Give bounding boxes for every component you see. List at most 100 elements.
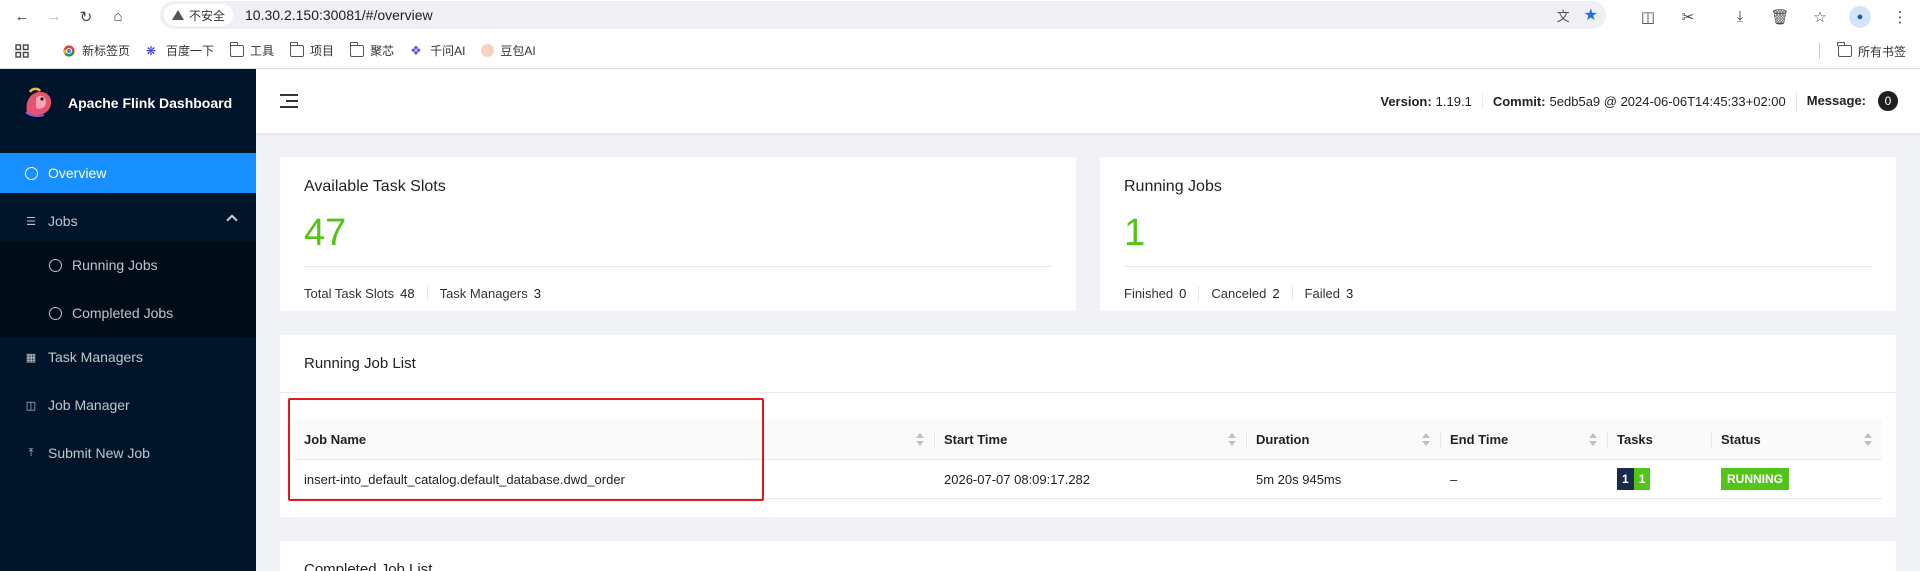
message-info[interactable]: Message: 0 [1795,91,1908,111]
apps-grid-icon[interactable] [0,43,44,58]
home-icon[interactable]: ⌂ [102,5,134,29]
folder-icon [289,41,305,57]
menu-label: Completed Jobs [72,305,174,321]
divider [304,266,1052,267]
folder-icon [349,41,365,57]
menu-job-manager[interactable]: ◫ Job Manager [0,385,256,425]
doubao-icon [481,44,495,57]
bookmark-baidu[interactable]: ❋ 百度一下 [146,42,214,59]
bookmark-label: 千问AI [430,44,466,58]
cell-end-time: – [1450,471,1458,487]
card-title: Available Task Slots [304,178,446,195]
more-menu-icon[interactable]: ⋮ [1880,5,1920,29]
brand[interactable]: Apache Flink Dashboard [0,69,256,137]
bookmark-label: 聚芯 [370,44,395,58]
folder-icon [1837,42,1852,57]
all-bookmarks[interactable]: 所有书签 [1837,42,1906,60]
stat-label: Total Task Slots [304,286,395,301]
stat-value: 3 [533,286,541,301]
cut-icon[interactable]: ✂ [1668,5,1708,29]
commit-value: 5edb5a9 @ 2024-06-06T14:45:33+02:00 [1549,93,1786,109]
main-menu: Overview ☰ Jobs Running Jobs Completed J… [0,153,256,473]
menu-overview[interactable]: Overview [0,153,256,193]
menu-label: Running Jobs [72,257,158,273]
forward-arrow-icon[interactable]: → [38,5,70,29]
download-icon[interactable]: ⤓ [1720,5,1760,29]
divider [1124,266,1872,267]
cell-tasks: 11 [1607,460,1711,498]
menu-task-managers[interactable]: ▦ Task Managers [0,337,256,377]
version-value: 1.19.1 [1435,93,1472,109]
menu-label: Job Manager [48,397,130,413]
back-arrow-icon[interactable]: ← [6,5,38,29]
bookmark-star-icon[interactable]: ★ [1584,5,1598,25]
bookmark-label: 豆包AI [500,44,536,58]
running-jobs-value: 1 [1124,212,1146,254]
stat-value: 48 [400,286,415,301]
avatar-icon: ● [1849,5,1871,28]
favorites-icon[interactable]: ☆ [1800,5,1840,29]
column-duration[interactable]: Duration [1246,420,1440,459]
stat-label: Finished [1124,286,1174,301]
bookmark-label: 项目 [310,44,335,58]
column-end-time[interactable]: End Time [1440,420,1607,459]
delete-icon[interactable]: 🗑 [1760,5,1800,29]
sort-icon[interactable] [1864,433,1872,447]
list-icon: ☰ [26,215,36,228]
chrome-icon [63,44,75,57]
sort-icon[interactable] [1228,433,1236,447]
menu-label: Task Managers [48,349,143,365]
sort-icon[interactable] [1589,433,1597,447]
profile-button[interactable]: ● [1840,5,1880,29]
address-bar[interactable]: 不安全 10.30.2.150:30081/#/overview 文 ★ [160,1,1606,29]
column-tasks: Tasks [1607,420,1711,459]
insecure-badge[interactable]: 不安全 [164,4,234,26]
card-title: Running Job List [304,355,416,372]
sort-icon[interactable] [1422,433,1430,447]
message-count-badge[interactable]: 0 [1878,91,1898,111]
menu-label: Jobs [48,213,78,229]
version-info: Version: 1.19.1 [1370,94,1481,109]
bookmark-folder-juxin[interactable]: 聚芯 [349,41,395,59]
slots-stats: Total Task Slots 48 Task Managers 3 [304,286,565,301]
menu-fold-icon[interactable] [280,94,298,108]
cell-duration: 5m 20s 945ms [1256,471,1342,487]
bookmark-new-tab[interactable]: 新标签页 [62,42,130,59]
folder-icon [229,41,245,57]
translate-icon[interactable]: 文 [1557,6,1570,25]
menu-completed-jobs[interactable]: Completed Jobs [0,289,256,337]
extensions-icon[interactable]: ◫ [1628,5,1668,29]
column-label: Duration [1256,432,1310,447]
column-start-time[interactable]: Start Time [934,420,1246,459]
menu-label: Submit New Job [48,445,150,461]
sort-icon[interactable] [916,433,924,447]
status-badge: RUNNING [1721,468,1789,490]
bookmark-qianwen[interactable]: ❖ 千问AI [410,42,465,59]
commit-info: Commit: 5edb5a9 @ 2024-06-06T14:45:33+02:… [1481,93,1796,109]
menu-running-jobs[interactable]: Running Jobs [0,241,256,289]
reload-icon[interactable]: ↻ [70,5,102,29]
column-status[interactable]: Status [1711,420,1882,459]
bookmark-label: 百度一下 [166,44,215,58]
stat-value: 3 [1345,286,1354,301]
available-slots-value: 47 [304,212,347,254]
url-text[interactable]: 10.30.2.150:30081/#/overview [245,7,433,23]
menu-jobs[interactable]: ☰ Jobs [0,201,256,241]
card-title: Completed Job List [304,561,433,571]
menu-submit-new-job[interactable]: ⤒ Submit New Job [0,433,256,473]
warning-icon [172,10,184,20]
insecure-label: 不安全 [189,8,226,23]
bookmark-folder-tools[interactable]: 工具 [229,41,275,59]
qianwen-icon: ❖ [410,42,422,58]
bookmark-label: 工具 [250,44,275,58]
bookmark-folder-projects[interactable]: 项目 [289,41,335,59]
highlight-annotation-box [288,398,764,501]
stat-value: 2 [1272,286,1280,301]
jobs-submenu: Running Jobs Completed Jobs [0,241,256,337]
dashboard-icon [24,166,38,180]
menu-label: Overview [48,165,107,181]
bookmark-doubao[interactable]: 豆包AI [481,42,536,59]
cell-status: RUNNING [1711,460,1882,498]
task-running-badge: 1 [1633,468,1651,490]
bookmarks-divider [1819,43,1820,59]
